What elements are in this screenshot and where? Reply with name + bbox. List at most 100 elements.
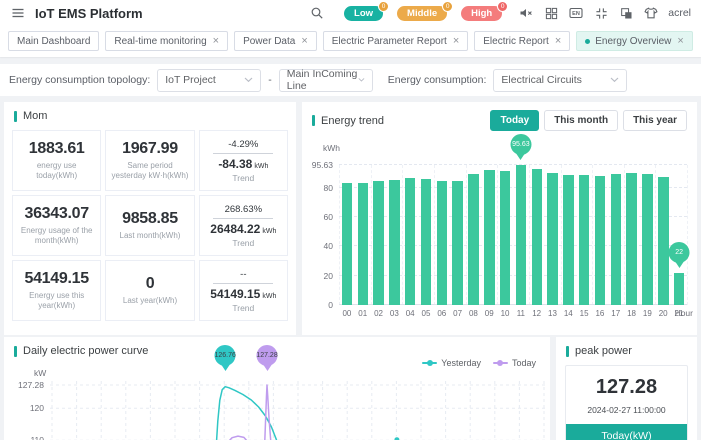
stat-label: Same period yesterday kW·h(kWh) — [109, 161, 190, 181]
x-tick-label: 18 — [624, 309, 640, 318]
panel-accent-bar — [14, 111, 17, 122]
active-tab-dot-icon — [585, 39, 590, 44]
grid-icon[interactable] — [543, 5, 559, 21]
tab-close-icon[interactable]: × — [677, 36, 683, 47]
tab-main-dashboard[interactable]: Main Dashboard — [8, 31, 99, 51]
bar-hour-11 — [516, 165, 527, 305]
range-button-this-year[interactable]: This year — [623, 110, 687, 131]
bar-hour-08 — [468, 174, 479, 305]
topology-label: Energy consumption topology: — [9, 74, 150, 86]
y-tick-label: 95.63 — [312, 160, 333, 170]
x-tick-label: 20 — [655, 309, 671, 318]
alarm-chip-label: High — [471, 8, 492, 19]
energy-trend-title: Energy trend — [321, 115, 384, 127]
theme-layers-icon[interactable] — [618, 5, 634, 21]
tab-electric-report[interactable]: Electric Report× — [474, 31, 570, 51]
x-tick-label: 00 — [339, 309, 355, 318]
incoming-line-select[interactable]: Main InComing Line — [279, 69, 373, 92]
h-gridline — [339, 164, 687, 165]
menu-icon[interactable] — [10, 5, 26, 21]
x-tick-label: 09 — [481, 309, 497, 318]
bar-hour-21 — [674, 273, 685, 305]
peak-power-timestamp: 2024-02-27 11:00:00 — [566, 405, 687, 415]
energy-trend-chart: kWh 02040608095.63 95.6322 0001020304050… — [306, 137, 695, 335]
stat-label: Last year(kWh) — [123, 296, 177, 306]
tab-label: Power Data — [243, 36, 295, 47]
alarm-chip-label: Middle — [407, 8, 437, 19]
consumption-select[interactable]: Electrical Circuits — [493, 69, 627, 92]
x-tick-label: 04 — [402, 309, 418, 318]
bar-hour-04 — [405, 178, 416, 305]
mute-icon[interactable] — [518, 5, 534, 21]
language-icon[interactable]: EN — [568, 5, 584, 21]
x-tick-label: 14 — [560, 309, 576, 318]
stat-label: Energy use this year(kWh) — [16, 291, 97, 311]
peak-power-today-button[interactable]: Today(kW) — [566, 424, 687, 440]
bar-hour-01 — [358, 183, 369, 305]
stat-value: 1883.61 — [29, 140, 85, 158]
tab-close-icon[interactable]: × — [555, 36, 561, 47]
x-tick-label: 10 — [497, 309, 513, 318]
range-button-this-month[interactable]: This month — [544, 110, 618, 131]
fullscreen-icon[interactable] — [593, 5, 609, 21]
tab-electric-parameter-report[interactable]: Electric Parameter Report × — [323, 31, 468, 51]
trend-unit: kWh — [262, 293, 276, 300]
legend-dot-icon — [427, 360, 433, 366]
trend-percent: -- — [240, 269, 246, 280]
bar-hour-06 — [437, 181, 448, 305]
stat-card: 1883.61energy use today(kWh) — [12, 130, 101, 191]
y-axis-ticks: 02040608095.63 — [306, 165, 335, 305]
x-tick-label: 02 — [371, 309, 387, 318]
filter-bar: Energy consumption topology: IoT Project… — [0, 64, 701, 96]
tab-close-icon[interactable]: × — [301, 36, 307, 47]
bar-hour-05 — [421, 179, 432, 305]
legend-item-yesterday[interactable]: Yesterday — [422, 358, 481, 368]
tab-label: Electric Parameter Report — [332, 36, 447, 47]
username[interactable]: acrel — [668, 7, 691, 19]
peak-power-card: 127.28 2024-02-27 11:00:00 Today(kW) — [565, 365, 688, 440]
skin-tshirt-icon[interactable] — [643, 5, 659, 21]
bar-hour-14 — [563, 175, 574, 305]
y-tick-label: 60 — [324, 212, 333, 222]
bar-hour-19 — [642, 174, 653, 305]
tab-power-data[interactable]: Power Data × — [234, 31, 317, 51]
tab-close-icon[interactable]: × — [453, 36, 459, 47]
legend-label: Yesterday — [441, 358, 481, 368]
bar-hour-00 — [342, 183, 353, 305]
trend-label: Trend — [232, 173, 254, 183]
panel-accent-bar — [566, 346, 569, 357]
alarm-count-badge: 0 — [442, 1, 453, 12]
legend-item-today[interactable]: Today — [493, 358, 536, 368]
stat-card: 1967.99Same period yesterday kW·h(kWh) — [105, 130, 194, 191]
bar-hour-10 — [500, 171, 511, 305]
y-tick-label: 20 — [324, 271, 333, 281]
daily-curve-chart: kW127.28120110126.76127.28 — [4, 337, 550, 440]
search-icon[interactable] — [309, 5, 325, 21]
y-tick-label: 110 — [8, 435, 44, 440]
topbar: IoT EMS Platform Low0Middle0High0 EN acr… — [0, 0, 701, 26]
alarm-chip-high[interactable]: High0 — [461, 6, 502, 21]
x-axis-labels: 0001020304050607080910111213141516171819… — [339, 309, 687, 318]
topology-select[interactable]: IoT Project — [157, 69, 261, 92]
trend-divider — [213, 218, 273, 219]
bar-hour-15 — [579, 175, 590, 305]
panel-accent-bar — [312, 115, 315, 126]
x-tick-label: 08 — [466, 309, 482, 318]
alarm-chip-low[interactable]: Low0 — [344, 6, 383, 21]
energy-trend-plot: 95.6322 — [339, 165, 687, 305]
trend-divider — [213, 153, 273, 154]
range-button-today[interactable]: Today — [490, 110, 539, 131]
tab-energy-overview[interactable]: Energy Overview× — [576, 31, 693, 51]
alarm-chip-middle[interactable]: Middle0 — [397, 6, 447, 21]
tab-close-icon[interactable]: × — [213, 36, 219, 47]
tab-real-time-monitoring[interactable]: Real-time monitoring × — [105, 31, 228, 51]
legend-marker-icon — [493, 362, 508, 364]
stat-label: Energy usage of the month(kWh) — [16, 226, 97, 246]
trend-value: 26484.22kWh — [210, 222, 276, 236]
stat-card: 9858.85Last month(kWh) — [105, 195, 194, 256]
tab-label: Real-time monitoring — [114, 36, 206, 47]
daily-curve-svg — [4, 337, 550, 440]
x-tick-label: 01 — [355, 309, 371, 318]
main-content: Mom 1883.61energy use today(kWh)1967.99S… — [0, 96, 701, 440]
v-gridline — [687, 165, 688, 305]
